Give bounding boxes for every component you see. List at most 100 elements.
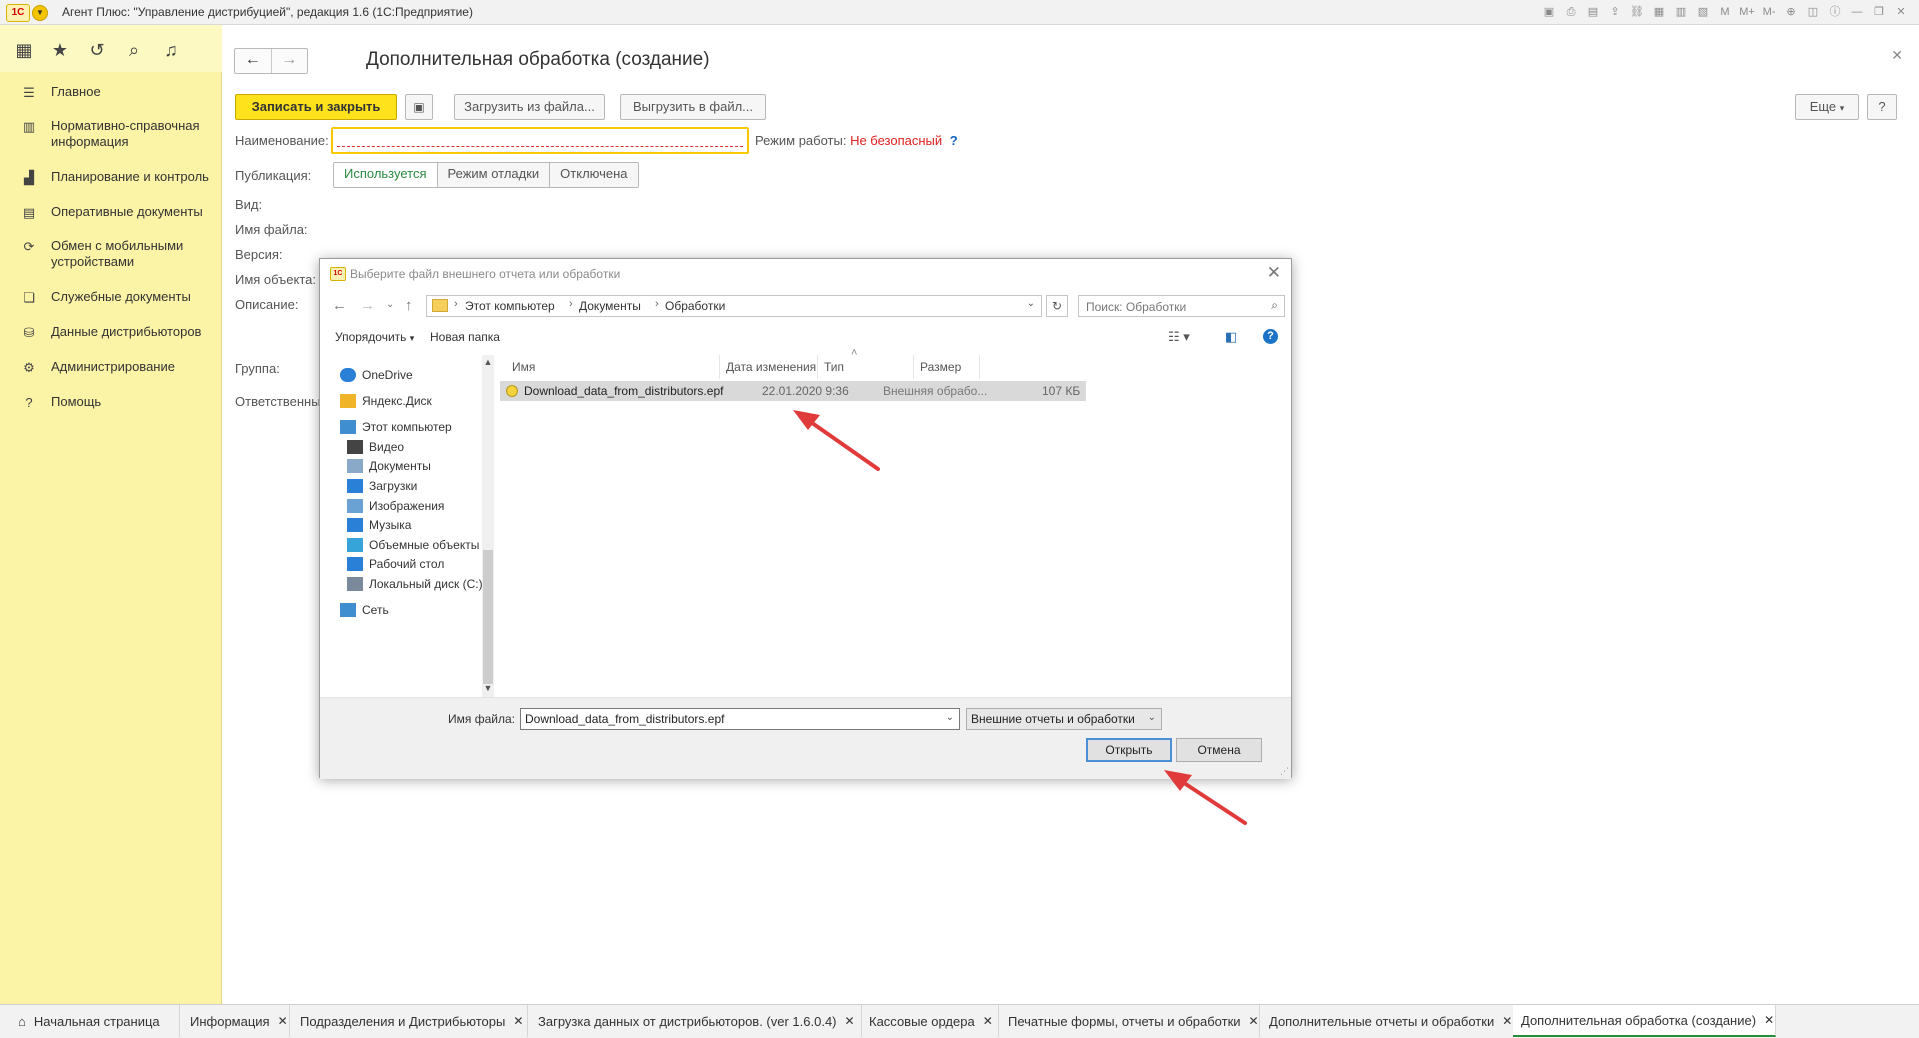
close-icon[interactable]: ✕ [278,1014,288,1028]
favorites-star-icon[interactable]: ★ [49,39,71,61]
nav-item-local-disk[interactable]: Локальный диск (C:) [347,574,483,594]
zoom-icon[interactable]: ⊕ [1781,3,1801,21]
print-icon[interactable]: ⎙ [1561,3,1581,21]
memory-icon[interactable]: M [1715,3,1735,21]
tab-information[interactable]: Информация ✕ [182,1005,290,1037]
file-type-select[interactable]: Внешние отчеты и обработки ⌄ [966,708,1162,730]
nav-item-video[interactable]: Видео [347,437,404,457]
mode-value-link[interactable]: Не безопасный [850,133,942,148]
upload-icon[interactable]: ⇪ [1605,3,1625,21]
chevron-down-icon[interactable]: ⌄ [1027,298,1035,309]
nav-item-downloads[interactable]: Загрузки [347,476,417,496]
preview-icon[interactable]: ▤ [1583,3,1603,21]
search-input[interactable]: Поиск: Обработки ⌕ [1078,295,1285,317]
table-icon[interactable]: ▦ [1649,3,1669,21]
nav-item-documents[interactable]: Документы [347,456,431,476]
resize-grip-icon[interactable]: ⋰ [1280,766,1289,777]
tab-distributor-load[interactable]: Загрузка данных от дистрибьюторов. (ver … [530,1005,862,1037]
close-icon[interactable]: ✕ [1502,1014,1512,1028]
refresh-icon[interactable]: ↻ [1046,295,1068,317]
sidebar-item-operative-docs[interactable]: ▤ Оперативные документы [0,204,222,222]
sidebar-item-main[interactable]: ☰ Главное [0,84,222,102]
memory-minus-icon[interactable]: M- [1759,3,1779,21]
close-icon[interactable]: ✕ [983,1014,993,1028]
mode-help-icon[interactable]: ? [950,133,958,148]
column-type[interactable]: Тип [818,355,914,379]
nav-scrollbar[interactable]: ▲ ▼ [482,355,494,697]
info-icon[interactable]: ⓘ [1825,3,1845,21]
sidebar-item-mobile-exchange[interactable]: ⟳ Обмен с мобильными устройствами [0,238,222,270]
help-button[interactable]: ? [1867,94,1897,120]
link-icon[interactable]: ⛓ [1627,3,1647,21]
sidebar-item-reference[interactable]: ▥ Нормативно-справочная информация [0,118,222,150]
help-icon[interactable]: ? [1263,329,1278,344]
save-icon[interactable]: ▣ [1539,3,1559,21]
tab-divisions[interactable]: Подразделения и Дистрибьюторы ✕ [292,1005,528,1037]
calculator-icon[interactable]: ▥ [1671,3,1691,21]
close-form-icon[interactable]: ✕ [1891,47,1903,64]
close-icon[interactable]: ✕ [1764,1013,1774,1027]
name-input[interactable] [331,127,749,154]
file-row[interactable]: Download_data_from_distributors.epf 22.0… [500,381,1086,401]
save-icon-button[interactable]: ▣ [405,94,433,120]
close-icon[interactable]: ✕ [1249,1014,1259,1028]
load-from-file-button[interactable]: Загрузить из файла... [454,94,605,120]
nav-item-3d-objects[interactable]: Объемные объекты [347,535,479,555]
nav-item-network[interactable]: Сеть [340,600,389,620]
history-icon[interactable]: ↺ [86,39,108,61]
file-name-input[interactable]: Download_data_from_distributors.epf ⌄ [520,708,960,730]
publication-option-used[interactable]: Используется [334,163,438,187]
search-icon[interactable]: ⌕ [123,39,145,61]
more-button[interactable]: Еще ▾ [1795,94,1859,120]
back-arrow-icon[interactable]: ← [332,297,347,314]
sidebar-item-service-docs[interactable]: ❏ Служебные документы [0,289,222,307]
tab-cash-orders[interactable]: Кассовые ордера ✕ [861,1005,999,1037]
scroll-thumb[interactable] [483,550,493,684]
forward-arrow-icon[interactable]: → [272,49,308,73]
breadcrumb-computer[interactable]: Этот компьютер [465,299,555,313]
close-icon[interactable]: ✕ [845,1014,855,1028]
cancel-button[interactable]: Отмена [1176,738,1262,762]
close-icon[interactable]: ✕ [1267,263,1281,283]
save-and-close-button[interactable]: Записать и закрыть [235,94,397,120]
nav-item-this-pc[interactable]: Этот компьютер [340,417,452,437]
close-icon[interactable]: ✕ [513,1014,523,1028]
forward-arrow-icon[interactable]: → [360,297,375,314]
sidebar-item-administration[interactable]: ⚙ Администрирование [0,359,222,377]
sidebar-item-planning[interactable]: ▟ Планирование и контроль [0,169,222,187]
restore-icon[interactable]: ❐ [1869,3,1889,21]
recent-dropdown-icon[interactable]: ⌄ [386,299,394,310]
scroll-down-icon[interactable]: ▼ [482,683,494,693]
scroll-up-icon[interactable]: ▲ [482,357,494,367]
nav-item-desktop[interactable]: Рабочий стол [347,554,444,574]
column-size[interactable]: Размер [914,355,980,379]
preview-pane-icon[interactable]: ◧ [1225,329,1237,345]
column-name[interactable]: Имя [506,355,720,379]
tab-additional-processing-create[interactable]: Дополнительная обработка (создание) ✕ [1513,1005,1776,1037]
address-bar[interactable]: › Этот компьютер › Документы › Обработки… [426,295,1042,317]
unload-to-file-button[interactable]: Выгрузить в файл... [620,94,766,120]
publication-option-disabled[interactable]: Отключена [550,163,638,187]
nav-item-yandex-disk[interactable]: Яндекс.Диск [340,391,432,411]
sidebar-item-distributor-data[interactable]: ⛁ Данные дистрибьюторов [0,324,222,342]
nav-item-onedrive[interactable]: OneDrive [340,365,413,385]
memory-plus-icon[interactable]: M+ [1737,3,1757,21]
tab-additional-reports[interactable]: Дополнительные отчеты и обработки ✕ [1261,1005,1517,1037]
notifications-bell-icon[interactable]: ♫ [160,39,182,61]
nav-item-images[interactable]: Изображения [347,496,444,516]
column-date[interactable]: Дата изменения [720,355,818,379]
open-button[interactable]: Открыть [1086,738,1172,762]
breadcrumb-documents[interactable]: Документы [579,299,641,313]
back-arrow-icon[interactable]: ← [235,49,272,73]
apps-grid-icon[interactable]: ▦ [13,39,35,61]
publication-option-debug[interactable]: Режим отладки [437,163,551,187]
tab-print-forms[interactable]: Печатные формы, отчеты и обработки ✕ [1000,1005,1260,1037]
breadcrumb-processing[interactable]: Обработки [665,299,725,313]
chevron-down-icon[interactable]: ⌄ [946,712,954,723]
new-folder-button[interactable]: Новая папка [430,330,500,344]
panels-icon[interactable]: ◫ [1803,3,1823,21]
sidebar-item-help[interactable]: ? Помощь [0,394,222,412]
view-mode-icon[interactable]: ☷ ▾ [1168,329,1190,345]
close-window-icon[interactable]: ✕ [1891,3,1911,21]
main-menu-button[interactable]: ▼ [32,5,48,21]
